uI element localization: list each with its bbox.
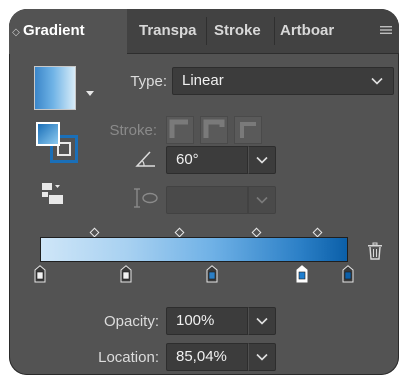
gradient-stop[interactable] [206,265,218,283]
chevron-down-icon [371,77,383,85]
chevron-down-icon [256,156,268,164]
aspect-ratio-icon [134,188,158,208]
gradient-swatch[interactable] [34,66,76,110]
gradient-type-value: Linear [182,72,224,89]
stroke-within-button [166,116,194,144]
tab-artboards[interactable]: Artboar [280,9,345,53]
gradient-midpoint[interactable] [251,227,262,238]
gradient-stop[interactable] [296,265,308,283]
gradient-slider[interactable] [40,237,348,262]
chevron-down-icon [256,317,268,325]
angle-input[interactable]: 60° [166,146,248,174]
opacity-value: 100% [176,312,215,329]
fill-swatch[interactable] [36,122,60,146]
aspect-ratio-dropdown-button [248,186,276,214]
chevron-down-icon [256,353,268,361]
tab-stroke-label: Stroke [214,22,261,39]
stroke-along-icon [203,119,225,138]
location-input[interactable]: 85,04% [166,343,248,371]
opacity-input[interactable]: 100% [166,307,248,335]
stroke-across-icon [240,122,256,138]
tab-divider [206,17,207,45]
tab-divider [274,17,275,45]
gradient-midpoint[interactable] [89,227,100,238]
chevron-down-icon [256,196,268,204]
delete-stop-icon[interactable] [367,242,383,260]
swatch-dropdown-caret-icon[interactable] [86,91,94,96]
panel-tab-bar: ◇ Gradient Transpa Stroke Artboar [9,9,399,54]
angle-dropdown-button[interactable] [248,146,276,174]
tab-gradient-label: Gradient [23,22,85,39]
gradient-midpoint[interactable] [312,227,323,238]
gradient-type-icon[interactable] [40,181,68,207]
stroke-along-button [200,116,228,144]
opacity-dropdown-button[interactable] [248,307,276,335]
gradient-panel: ◇ Gradient Transpa Stroke Artboar Type: L… [9,9,399,375]
tab-gradient[interactable]: ◇ Gradient [9,9,127,54]
gradient-type-select[interactable]: Linear [172,67,394,95]
angle-value: 60° [176,151,199,168]
gradient-midpoint[interactable] [174,227,185,238]
collapse-toggle-icon[interactable]: ◇ [9,11,23,54]
angle-icon [135,151,155,167]
aspect-ratio-input [166,186,248,214]
location-label: Location: [98,349,159,366]
gradient-stop[interactable] [34,265,46,283]
tab-artboards-label: Artboar [280,22,335,39]
gradient-stop[interactable] [342,265,354,283]
location-dropdown-button[interactable] [248,343,276,371]
stroke-within-icon [169,119,188,138]
options-menu-icon[interactable] [379,23,393,37]
gradient-stop[interactable] [120,265,132,283]
tab-stroke[interactable]: Stroke [214,9,272,53]
location-value: 85,04% [176,348,227,365]
type-label: Type: [130,73,167,90]
tab-transparency-label: Transpa [139,22,197,39]
stroke-label: Stroke: [109,122,157,139]
stroke-across-button [234,116,262,144]
opacity-label: Opacity: [103,313,159,330]
tab-transparency[interactable]: Transpa [139,9,205,53]
